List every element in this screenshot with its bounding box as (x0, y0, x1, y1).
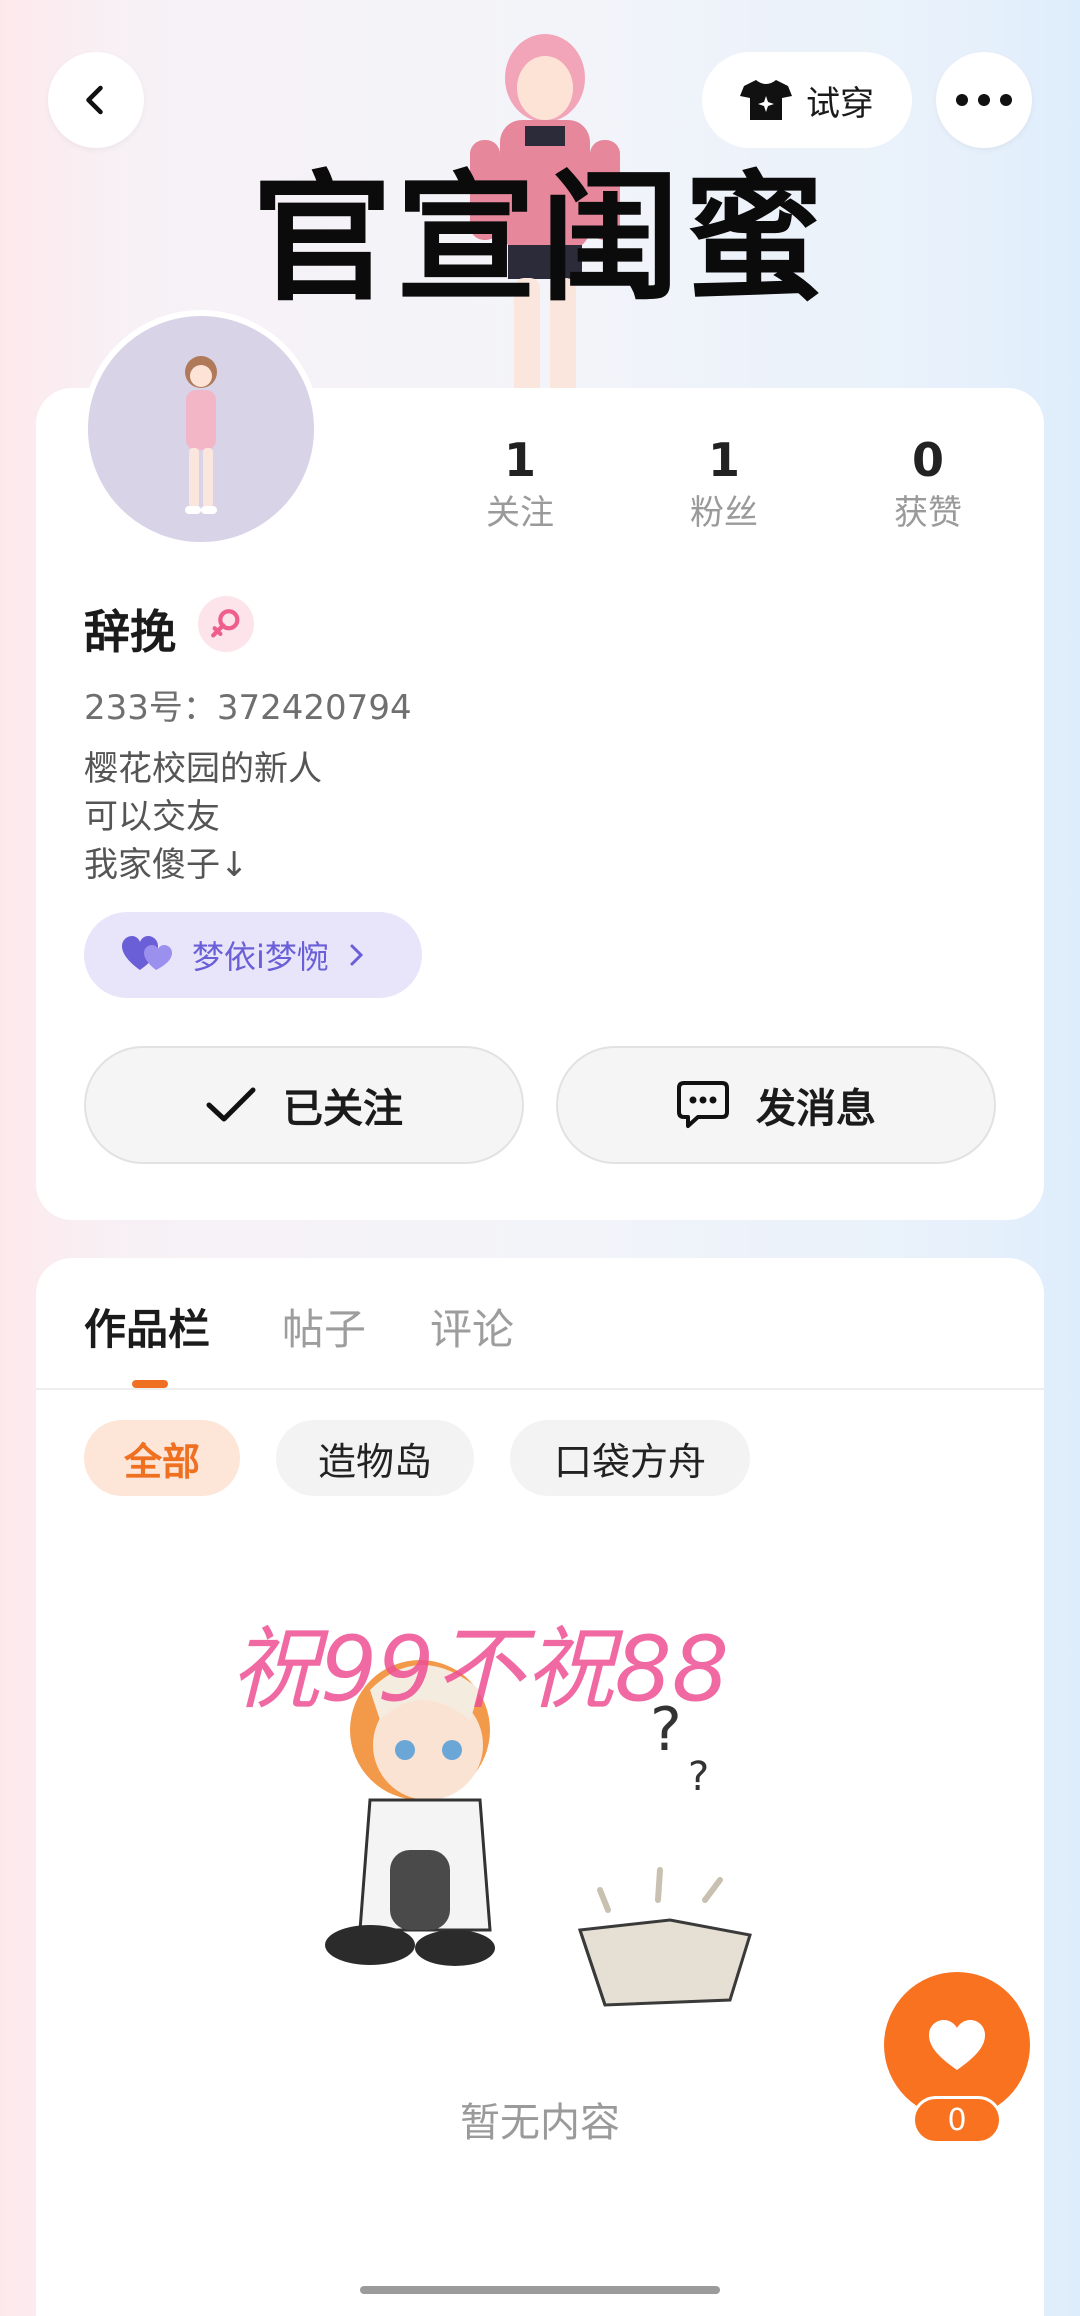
username: 辞挽 (84, 605, 176, 659)
heart-icon (929, 2020, 985, 2070)
stat-value: 1 (707, 433, 740, 487)
tryon-label: 试穿 (806, 83, 874, 124)
tab-divider (36, 1388, 1044, 1390)
avatar-character-illustration (185, 356, 217, 514)
female-gender-icon (211, 609, 240, 638)
filter-pocket-ark[interactable]: 口袋方舟 (510, 1420, 750, 1496)
follow-label: 已关注 (283, 1086, 403, 1132)
home-indicator[interactable] (360, 2286, 720, 2294)
stat-value: 1 (503, 433, 536, 487)
tryon-button[interactable]: 试穿 (702, 52, 912, 148)
avatar[interactable] (82, 310, 320, 548)
watermark-overlay: 祝99不祝88 (230, 1617, 729, 1722)
stat-label: 粉丝 (690, 493, 758, 533)
stat-label: 关注 (486, 493, 554, 533)
watermark-text: 祝99不祝88 (230, 1617, 729, 1722)
filter-all[interactable]: 全部 (84, 1420, 240, 1496)
profile-stats: 1 关注 1 粉丝 0 获赞 (440, 430, 1040, 550)
svg-text:?: ? (688, 1754, 709, 1800)
stat-followers[interactable]: 1 粉丝 (644, 430, 804, 536)
banner-title: 官宣闺蜜 (251, 158, 828, 321)
gender-badge (198, 596, 254, 652)
tab-comments[interactable]: 评论 (430, 1296, 514, 1357)
chat-bubble-icon (677, 1081, 729, 1128)
user-id: 233号：372420794 (84, 688, 412, 728)
bio-line: 我家傻子↓ (84, 845, 249, 885)
bio-line: 樱花校园的新人 (84, 749, 322, 789)
tab-posts[interactable]: 帖子 (282, 1296, 366, 1357)
stat-label: 获赞 (894, 493, 962, 533)
bestie-relation-chip[interactable]: 梦依i梦惋 (84, 912, 422, 998)
bestie-name: 梦依i梦惋 (192, 938, 329, 976)
more-dots-icon (956, 94, 1012, 106)
tab-works[interactable]: 作品栏 (84, 1296, 210, 1357)
tshirt-icon (740, 80, 792, 120)
filter-creation-island[interactable]: 造物岛 (276, 1420, 474, 1496)
more-button[interactable] (936, 52, 1032, 148)
double-heart-icon (122, 936, 172, 970)
stat-likes[interactable]: 0 获赞 (848, 430, 1008, 536)
checkmark-icon (206, 1087, 256, 1122)
like-count: 0 (912, 2096, 1002, 2144)
stat-value: 0 (911, 433, 944, 487)
back-button[interactable] (48, 52, 144, 148)
active-tab-indicator (132, 1380, 168, 1388)
message-label: 发消息 (756, 1086, 876, 1132)
chevron-left-icon (86, 85, 103, 115)
follow-button[interactable]: 已关注 (84, 1046, 524, 1164)
bio-line: 可以交友 (84, 797, 220, 837)
chevron-right-icon (350, 944, 364, 966)
bio: 樱花校园的新人 可以交友 我家傻子↓ (84, 745, 322, 889)
stat-following[interactable]: 1 关注 (440, 430, 600, 536)
message-button[interactable]: 发消息 (556, 1046, 996, 1164)
